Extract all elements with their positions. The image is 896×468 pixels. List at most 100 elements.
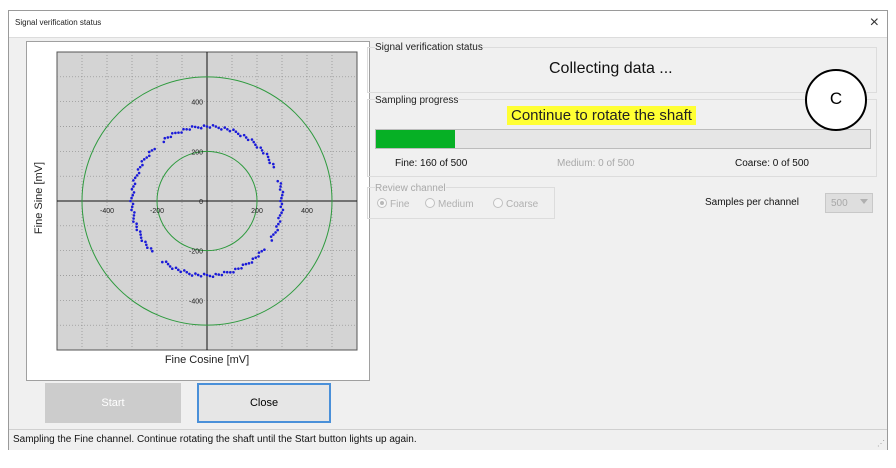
review-channel-label: Review channel	[375, 183, 446, 194]
sample-point	[131, 193, 135, 197]
sample-point	[234, 267, 237, 271]
sample-point	[169, 135, 173, 139]
sample-point	[132, 217, 135, 220]
sample-point	[277, 222, 280, 226]
sample-point	[259, 146, 263, 149]
sample-point	[260, 149, 264, 152]
sample-point	[176, 268, 180, 272]
samples-per-channel-label: Samples per channel	[705, 197, 799, 208]
radio-coarse[interactable]: Coarse	[493, 198, 538, 210]
sample-point	[135, 225, 138, 229]
resize-grip-icon[interactable]: ⋰	[877, 439, 885, 448]
sample-point	[145, 243, 148, 247]
sample-point	[174, 131, 177, 135]
coarse-count: Coarse: 0 of 500	[735, 158, 809, 169]
sample-point	[280, 193, 284, 197]
sample-point	[199, 274, 203, 278]
sample-point	[220, 128, 223, 131]
sample-point	[179, 270, 182, 274]
sample-point	[202, 124, 206, 127]
sample-point	[280, 202, 284, 206]
sample-point	[140, 159, 144, 163]
sample-point	[270, 239, 274, 242]
sample-point	[265, 152, 269, 156]
sample-point	[131, 202, 135, 206]
sample-point	[138, 230, 142, 233]
sample-point	[147, 154, 151, 158]
sample-point	[132, 179, 135, 182]
y-tick-label: 400	[191, 100, 203, 107]
sample-point	[232, 270, 235, 274]
sample-point	[228, 129, 232, 133]
sample-point	[170, 131, 174, 135]
close-icon[interactable]: ×	[870, 14, 879, 32]
sample-point	[244, 136, 248, 139]
sample-point	[263, 248, 266, 252]
sample-point	[150, 149, 154, 152]
sample-point	[185, 270, 189, 274]
radio-fine[interactable]: Fine	[377, 198, 409, 210]
scatter-plot: -400 -200 200 400 400 200 0 -200 -400 Fine Sine …	[26, 41, 370, 381]
sample-point	[161, 260, 164, 264]
y-tick-label: -400	[189, 298, 203, 305]
sample-point	[232, 128, 235, 132]
sampling-progress-bar	[375, 129, 871, 149]
sample-point	[255, 146, 259, 149]
x-tick-label: -200	[150, 208, 164, 215]
sample-point	[222, 270, 226, 274]
sample-point	[272, 165, 276, 169]
sample-point	[278, 220, 282, 223]
sample-point	[240, 266, 243, 270]
sample-point	[236, 132, 240, 136]
x-tick-label: 200	[251, 208, 263, 215]
x-tick-label: 400	[301, 208, 313, 215]
samples-per-channel-select[interactable]: 500	[825, 193, 873, 213]
sample-point	[188, 128, 192, 131]
sample-point	[166, 136, 170, 139]
sample-point	[272, 162, 275, 166]
annotation-callout: C	[805, 69, 867, 131]
sample-point	[188, 272, 191, 276]
sample-point	[211, 275, 215, 279]
sample-point	[280, 211, 283, 215]
sample-point	[205, 125, 209, 128]
sample-point	[242, 133, 246, 137]
sample-point	[234, 130, 238, 134]
sample-point	[257, 251, 261, 254]
sample-point	[257, 255, 260, 258]
sample-point	[130, 187, 134, 191]
y-axis-label: Fine Sine [mV]	[33, 161, 45, 235]
sample-point	[139, 233, 142, 236]
collecting-data-message: Collecting data ...	[549, 60, 673, 77]
sample-point	[217, 273, 221, 276]
sample-point	[237, 267, 240, 270]
radio-fine-indicator	[377, 198, 387, 208]
radio-medium[interactable]: Medium	[425, 198, 474, 210]
start-button[interactable]: Start	[45, 383, 181, 423]
sample-point	[196, 126, 200, 129]
sample-point	[208, 274, 212, 278]
progress-fill	[376, 130, 456, 148]
sample-point	[241, 263, 245, 267]
sample-point	[132, 220, 135, 223]
sample-point	[279, 182, 283, 185]
close-button[interactable]: Close	[197, 383, 331, 423]
sample-point	[214, 272, 217, 276]
sample-point	[132, 191, 136, 194]
sample-point	[250, 261, 254, 264]
samples-per-channel-value: 500	[831, 198, 848, 209]
annotation-letter: C	[829, 89, 843, 108]
status-bar-text: Sampling the Fine channel. Continue rota…	[13, 434, 417, 445]
sample-point	[168, 265, 172, 268]
sample-point	[239, 134, 242, 138]
sample-point	[146, 246, 149, 250]
sample-point	[129, 199, 132, 203]
y-tick-label: 200	[191, 149, 203, 156]
sample-point	[251, 257, 255, 261]
y-tick-label: -200	[189, 249, 203, 256]
sample-point	[130, 205, 134, 209]
sample-point	[144, 240, 147, 244]
sample-point	[147, 150, 151, 154]
sample-point	[180, 131, 183, 134]
sample-point	[214, 125, 218, 128]
